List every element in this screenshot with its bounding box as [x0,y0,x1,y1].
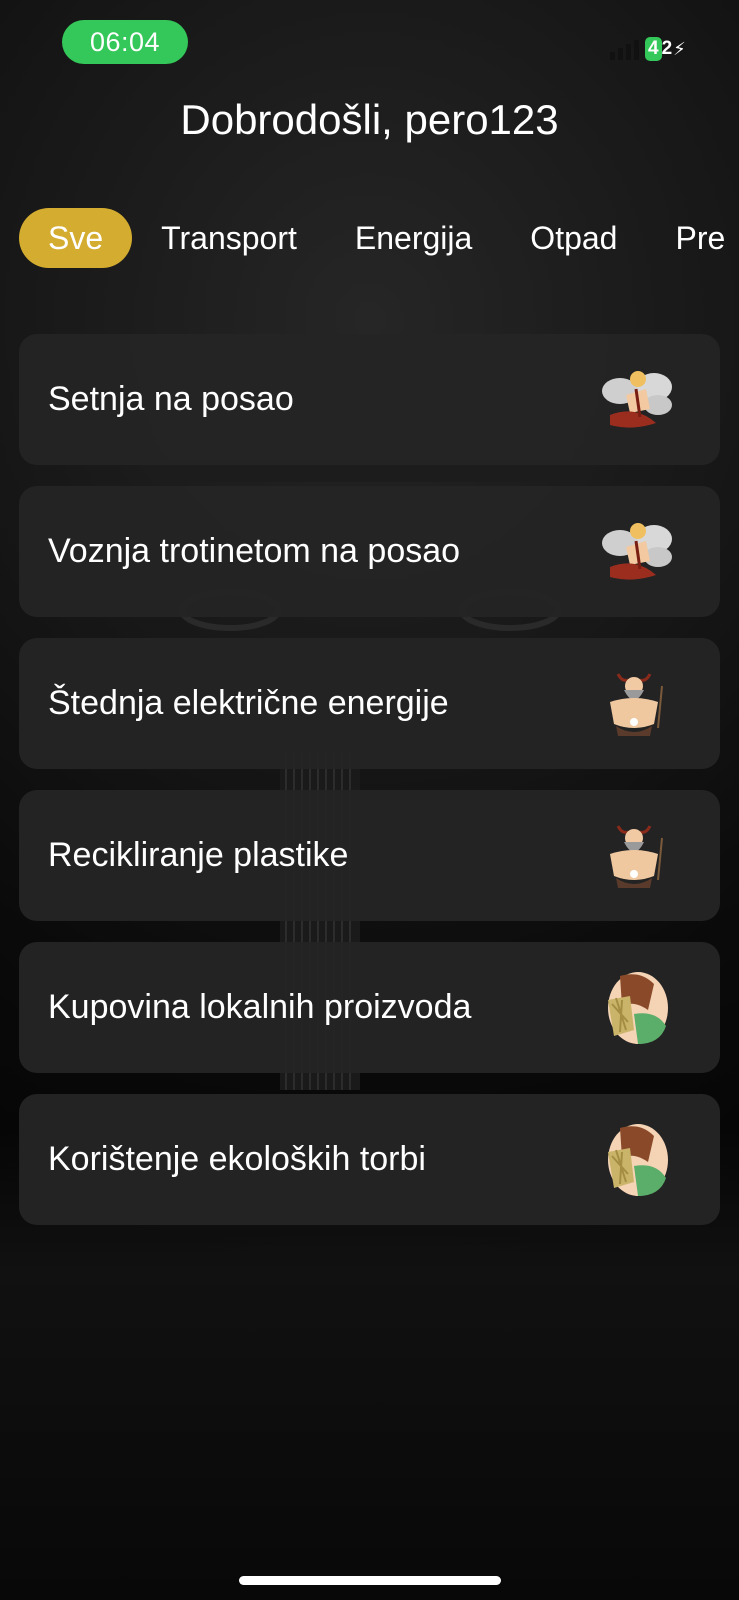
tab-energija[interactable]: Energija [326,208,501,268]
activity-card[interactable]: Korištenje ekoloških torbi [19,1094,720,1225]
status-time-pill: 06:04 [62,20,188,64]
activity-card[interactable]: Kupovina lokalnih proizvoda [19,942,720,1073]
activity-label: Setnja na posao [48,380,294,418]
activity-label: Štednja električne energije [48,684,449,722]
activity-label: Recikliranje plastike [48,836,349,874]
horned-god-icon [596,816,676,896]
battery-level-fill: 4 [645,37,662,61]
category-tabs[interactable]: Sve Transport Energija Otpad Pre [19,208,739,268]
activity-card[interactable]: Voznja trotinetom na posao [19,486,720,617]
tab-sve[interactable]: Sve [19,208,133,268]
activity-card[interactable]: Štednja električne energije [19,638,720,769]
activity-label: Korištenje ekoloških torbi [48,1140,426,1178]
harvest-goddess-icon [596,968,676,1048]
activity-label: Kupovina lokalnih proizvoda [48,988,472,1026]
home-indicator[interactable] [239,1576,501,1585]
activity-card[interactable]: Setnja na posao [19,334,720,465]
tab-otpad[interactable]: Otpad [501,208,646,268]
horned-god-icon [596,664,676,744]
battery-icon: 4 2 ⚡︎ [645,37,689,61]
battery-level-rest: 2 [661,38,673,59]
activity-list: Setnja na posao Voznja trotinetom na pos… [19,334,720,1246]
air-deity-icon [596,360,676,440]
status-time: 06:04 [89,26,161,57]
status-indicators: 4 2 ⚡︎ [610,34,689,64]
activity-label: Voznja trotinetom na posao [48,532,461,570]
signal-icon [610,38,639,60]
charging-bolt-icon: ⚡︎ [673,38,686,59]
app-screen: 06:04 4 2 ⚡︎ Dobrodošli, pero123 Sve Tra… [0,0,739,1600]
tab-pre[interactable]: Pre [646,208,739,268]
page-title: Dobrodošli, pero123 [180,96,559,143]
activity-card[interactable]: Recikliranje plastike [19,790,720,921]
air-deity-icon [596,512,676,592]
tab-transport[interactable]: Transport [132,208,326,268]
harvest-goddess-icon [596,1120,676,1200]
